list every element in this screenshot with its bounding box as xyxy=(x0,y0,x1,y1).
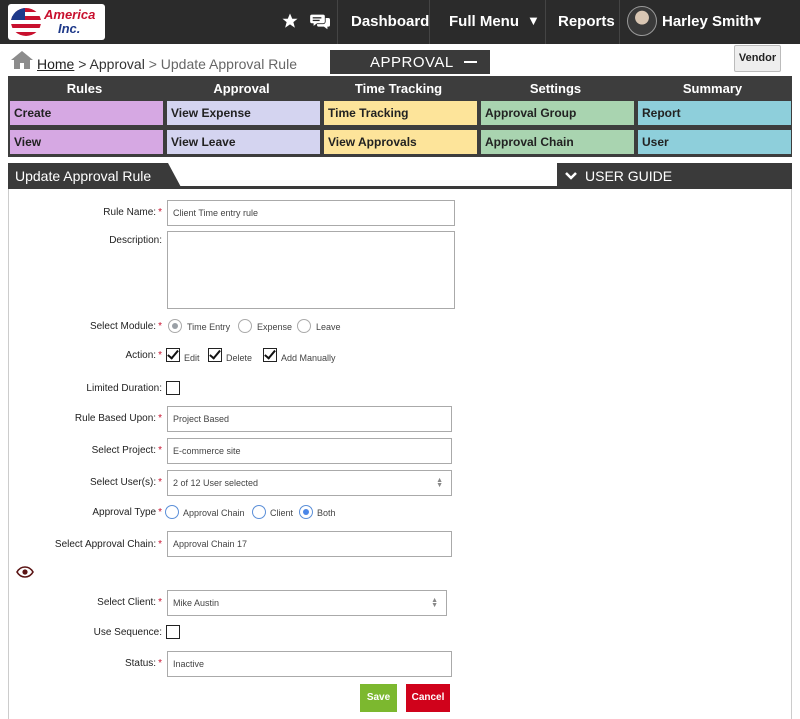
star-icon[interactable] xyxy=(281,12,299,30)
logo-text-line2: Inc. xyxy=(58,21,81,36)
flag-icon xyxy=(11,8,41,36)
menu-item-time-tracking[interactable]: Time Tracking xyxy=(324,101,477,125)
module-time-entry-label: Time Entry xyxy=(187,322,231,332)
chat-icon[interactable] xyxy=(310,12,331,31)
breadcrumb-current: Update Approval Rule xyxy=(160,56,297,72)
select-approval-chain-input[interactable]: Approval Chain 17 xyxy=(167,531,452,557)
menu-head-rules: Rules xyxy=(66,81,103,96)
select-client-label: Select Client: * xyxy=(97,597,162,608)
select-arrows-icon: ▲ ▼ xyxy=(431,597,438,609)
status-input[interactable]: Inactive xyxy=(167,651,452,677)
approval-type-label: Approval Type * xyxy=(92,507,162,518)
module-expense-label: Expense xyxy=(257,322,293,332)
select-users-value: 2 of 12 User selected xyxy=(173,478,259,488)
vendor-button[interactable]: Vendor xyxy=(734,45,781,72)
description-label: Description: xyxy=(109,235,162,246)
action-label: Action: * xyxy=(125,350,162,361)
chevron-down-icon[interactable]: ▼ xyxy=(751,13,764,28)
nav-full-menu[interactable]: Full Menu xyxy=(449,13,519,30)
rule-name-label: Rule Name: * xyxy=(103,207,162,218)
limited-duration-label: Limited Duration: xyxy=(86,383,162,394)
description-textarea[interactable] xyxy=(167,231,455,309)
rule-based-upon-input[interactable]: Project Based xyxy=(167,406,452,432)
module-expense-radio[interactable] xyxy=(238,319,252,333)
breadcrumb-separator: > xyxy=(74,56,90,72)
minus-icon[interactable] xyxy=(464,61,477,63)
menu-item-report[interactable]: Report xyxy=(638,101,791,125)
menu-head-settings: Settings xyxy=(529,81,582,96)
approval-type-both-radio[interactable] xyxy=(299,505,313,519)
breadcrumb-approval[interactable]: Approval xyxy=(90,56,145,72)
menu-item-user[interactable]: User xyxy=(638,130,791,154)
menu-item-view-leave[interactable]: View Leave xyxy=(167,130,320,154)
breadcrumb-home-link[interactable]: Home xyxy=(37,56,74,72)
select-client-dropdown[interactable]: Mike Austin ▲ ▼ xyxy=(167,590,447,616)
approval-type-chain-label: Approval Chain xyxy=(183,508,245,518)
use-sequence-checkbox[interactable] xyxy=(166,625,180,639)
menu-head-approval: Approval xyxy=(213,81,270,96)
top-navigation-bar: America Inc. Dashboard Full Menu ▼ Repor… xyxy=(0,0,800,44)
logo-text-line1: America xyxy=(44,7,96,22)
nav-divider xyxy=(545,0,546,44)
chevron-down-icon xyxy=(565,172,577,180)
rule-name-input[interactable]: Client Time entry rule xyxy=(167,200,455,226)
menu-item-view[interactable]: View xyxy=(10,130,163,154)
home-icon[interactable] xyxy=(10,50,34,70)
cancel-button[interactable]: Cancel xyxy=(406,684,450,712)
select-users-label: Select User(s): * xyxy=(89,477,162,488)
select-project-label: Select Project: * xyxy=(91,445,162,456)
action-add-manually-label: Add Manually xyxy=(281,353,336,363)
nav-reports[interactable]: Reports xyxy=(558,13,615,30)
limited-duration-checkbox[interactable] xyxy=(166,381,180,395)
chevron-down-icon[interactable]: ▼ xyxy=(527,13,540,28)
page-title: Update Approval Rule xyxy=(8,163,182,189)
approval-type-client-radio[interactable] xyxy=(252,505,266,519)
module-leave-label: Leave xyxy=(316,322,341,332)
breadcrumb-separator: > xyxy=(144,56,161,72)
module-tab-label: APPROVAL xyxy=(370,54,454,71)
select-project-input[interactable]: E-commerce site xyxy=(167,438,452,464)
approval-type-chain-radio[interactable] xyxy=(165,505,179,519)
approval-type-both-label: Both xyxy=(317,508,336,518)
select-approval-chain-label: Select Approval Chain: * xyxy=(54,539,162,550)
menu-item-approval-chain[interactable]: Approval Chain xyxy=(481,130,634,154)
eye-icon[interactable] xyxy=(16,566,34,578)
action-delete-checkbox[interactable] xyxy=(208,348,222,362)
rule-based-upon-label: Rule Based Upon: * xyxy=(74,413,162,424)
select-client-value: Mike Austin xyxy=(173,598,220,608)
menu-head-summary: Summary xyxy=(682,81,743,96)
select-users-dropdown[interactable]: 2 of 12 User selected ▲ ▼ xyxy=(167,470,452,496)
menu-item-view-approvals[interactable]: View Approvals xyxy=(324,130,477,154)
nav-divider xyxy=(619,0,620,44)
module-tab-approval[interactable]: APPROVAL xyxy=(330,50,490,74)
menu-item-create[interactable]: Create xyxy=(10,101,163,125)
use-sequence-label: Use Sequence: xyxy=(93,627,162,638)
save-button[interactable]: Save xyxy=(360,684,397,712)
approval-type-client-label: Client xyxy=(270,508,294,518)
menu-item-view-expense[interactable]: View Expense xyxy=(167,101,320,125)
action-edit-label: Edit xyxy=(184,353,200,363)
user-guide-toggle[interactable]: USER GUIDE xyxy=(557,163,792,189)
nav-divider xyxy=(337,0,338,44)
module-menu-grid: Rules Approval Time Tracking Settings Su… xyxy=(8,76,792,157)
menu-item-approval-group[interactable]: Approval Group xyxy=(481,101,634,125)
company-logo[interactable]: America Inc. xyxy=(8,4,105,40)
user-guide-label: USER GUIDE xyxy=(585,168,673,184)
action-edit-checkbox[interactable] xyxy=(166,348,180,362)
action-delete-label: Delete xyxy=(226,353,253,363)
select-module-label: Select Module: * xyxy=(89,321,162,332)
select-arrows-icon: ▲ ▼ xyxy=(436,477,443,489)
avatar[interactable] xyxy=(627,6,657,36)
module-time-entry-radio[interactable] xyxy=(168,319,182,333)
status-label: Status: * xyxy=(124,658,162,669)
user-name[interactable]: Harley Smith xyxy=(662,13,754,30)
nav-divider xyxy=(429,0,430,44)
module-leave-radio[interactable] xyxy=(297,319,311,333)
menu-head-time-tracking: Time Tracking xyxy=(354,81,443,96)
section-header: Update Approval Rule USER GUIDE xyxy=(8,163,792,189)
nav-dashboard[interactable]: Dashboard xyxy=(351,13,429,30)
action-add-manually-checkbox[interactable] xyxy=(263,348,277,362)
